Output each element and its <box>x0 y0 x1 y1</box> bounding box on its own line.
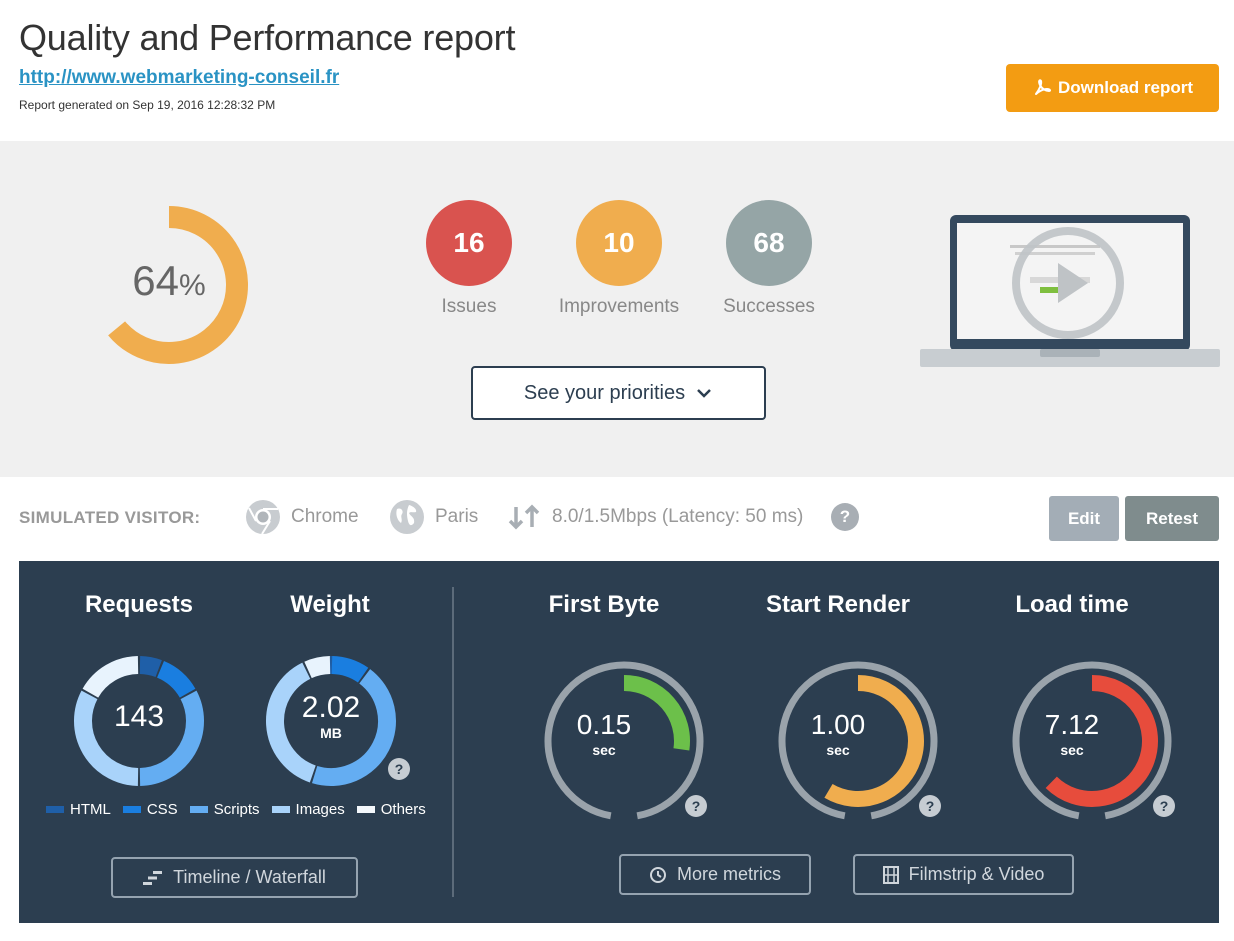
legend-swatch <box>356 806 375 813</box>
connection-setting: 8.0/1.5Mbps (Latency: 50 ms) <box>506 499 803 535</box>
chrome-icon <box>246 500 280 535</box>
see-priorities-button[interactable]: See your priorities <box>471 366 766 420</box>
start-render-help-icon[interactable]: ? <box>919 795 941 817</box>
site-url-link[interactable]: http://www.webmarketing-conseil.fr <box>19 67 339 89</box>
score-unit: % <box>179 269 206 302</box>
retest-button[interactable]: Retest <box>1125 496 1219 541</box>
clock-icon <box>649 866 666 883</box>
score-number: 64 <box>132 257 180 304</box>
weight-help-icon[interactable]: ? <box>388 758 410 780</box>
chevron-down-icon <box>697 389 711 398</box>
legend-label: Others <box>380 801 426 818</box>
donut-segment-css <box>331 656 369 683</box>
legend-swatch <box>271 806 290 813</box>
legend-css: CSS <box>122 801 178 818</box>
first-byte-value: 0.15 <box>576 709 632 740</box>
simulated-visitor-label: SIMULATED VISITOR: <box>19 508 201 527</box>
donut-segment-others <box>82 656 139 698</box>
legend-others: Others <box>356 801 426 818</box>
legend-label: Scripts <box>213 801 260 818</box>
visitor-help-icon[interactable]: ? <box>831 503 859 531</box>
start-render-title: Start Render <box>765 591 911 618</box>
weight-unit: MB <box>320 725 342 741</box>
gauge-arc <box>824 675 924 807</box>
download-report-label: Download report <box>1057 78 1194 97</box>
issues-count[interactable]: 16 <box>426 200 512 286</box>
more-metrics-button[interactable]: More metrics <box>619 854 811 895</box>
globe-icon <box>390 500 424 534</box>
legend-label: Images <box>295 801 345 818</box>
report-header: Quality and Performance report http://ww… <box>0 0 1234 141</box>
resource-legend: HTML CSS Scripts Images Others <box>46 801 426 818</box>
requests-title: Requests <box>84 591 194 618</box>
location-setting: Paris <box>389 499 478 535</box>
gauge-arc <box>1045 675 1158 807</box>
download-report-button[interactable]: Download report <box>1006 64 1219 112</box>
first-byte-help-icon[interactable]: ? <box>685 795 707 817</box>
load-time-help-icon[interactable]: ? <box>1153 795 1175 817</box>
first-byte-title: First Byte <box>548 591 660 618</box>
site-preview-video-thumbnail[interactable] <box>920 215 1220 371</box>
metrics-panel: Requests 143 Weight 2.02 MB ? HTML CSS S… <box>19 561 1219 923</box>
improvements-count[interactable]: 10 <box>576 200 662 286</box>
up-down-arrows-icon <box>508 504 540 530</box>
report-date: Report generated on Sep 19, 2016 12:28:3… <box>19 98 276 112</box>
score-panel: 64% 16 Issues 10 Improvements 68 Success… <box>0 141 1234 477</box>
legend-scripts: Scripts <box>189 801 260 818</box>
waterfall-icon <box>143 870 163 885</box>
legend-swatch <box>46 806 64 813</box>
legend-html: HTML <box>46 801 111 818</box>
legend-label: HTML <box>70 801 111 818</box>
load-time-title: Load time <box>1015 591 1129 618</box>
see-priorities-label: See your priorities <box>523 381 686 404</box>
weight-title: Weight <box>290 591 370 618</box>
film-icon <box>882 865 899 884</box>
successes-label: Successes <box>723 296 815 317</box>
legend-swatch <box>122 806 141 813</box>
legend-images: Images <box>271 801 345 818</box>
score-value: 64% <box>97 257 241 305</box>
browser-name: Chrome <box>291 506 359 527</box>
successes-count[interactable]: 68 <box>726 200 812 286</box>
edit-button[interactable]: Edit <box>1049 496 1119 541</box>
connection-speed: 8.0/1.5Mbps (Latency: 50 ms) <box>552 506 804 527</box>
location-name: Paris <box>435 506 479 527</box>
issues-label: Issues <box>441 296 497 317</box>
start-render-unit: sec <box>826 742 850 758</box>
more-metrics-label: More metrics <box>676 864 781 884</box>
first-byte-unit: sec <box>592 742 616 758</box>
start-render-value: 1.00 <box>810 709 866 740</box>
requests-value: 143 <box>113 700 165 733</box>
load-time-value: 7.12 <box>1044 709 1100 740</box>
metrics-divider <box>452 587 454 897</box>
donut-segment-others <box>304 656 331 679</box>
donut-segment-css <box>156 660 196 699</box>
timeline-waterfall-label: Timeline / Waterfall <box>173 867 326 887</box>
load-time-unit: sec <box>1060 742 1084 758</box>
filmstrip-video-button[interactable]: Filmstrip & Video <box>853 854 1074 895</box>
legend-swatch <box>189 806 208 813</box>
filmstrip-video-label: Filmstrip & Video <box>908 864 1045 884</box>
improvements-label: Improvements <box>558 296 680 317</box>
weight-value: 2.02 <box>301 691 361 724</box>
donut-segment-html <box>139 656 162 678</box>
pdf-icon <box>1034 79 1052 95</box>
simulated-visitor-bar: SIMULATED VISITOR: Chrome Paris 8.0/1.5M… <box>0 477 1234 561</box>
legend-label: CSS <box>146 801 178 818</box>
page-title: Quality and Performance report <box>19 17 516 58</box>
browser-setting: Chrome <box>245 499 359 535</box>
timeline-waterfall-button[interactable]: Timeline / Waterfall <box>111 857 358 898</box>
